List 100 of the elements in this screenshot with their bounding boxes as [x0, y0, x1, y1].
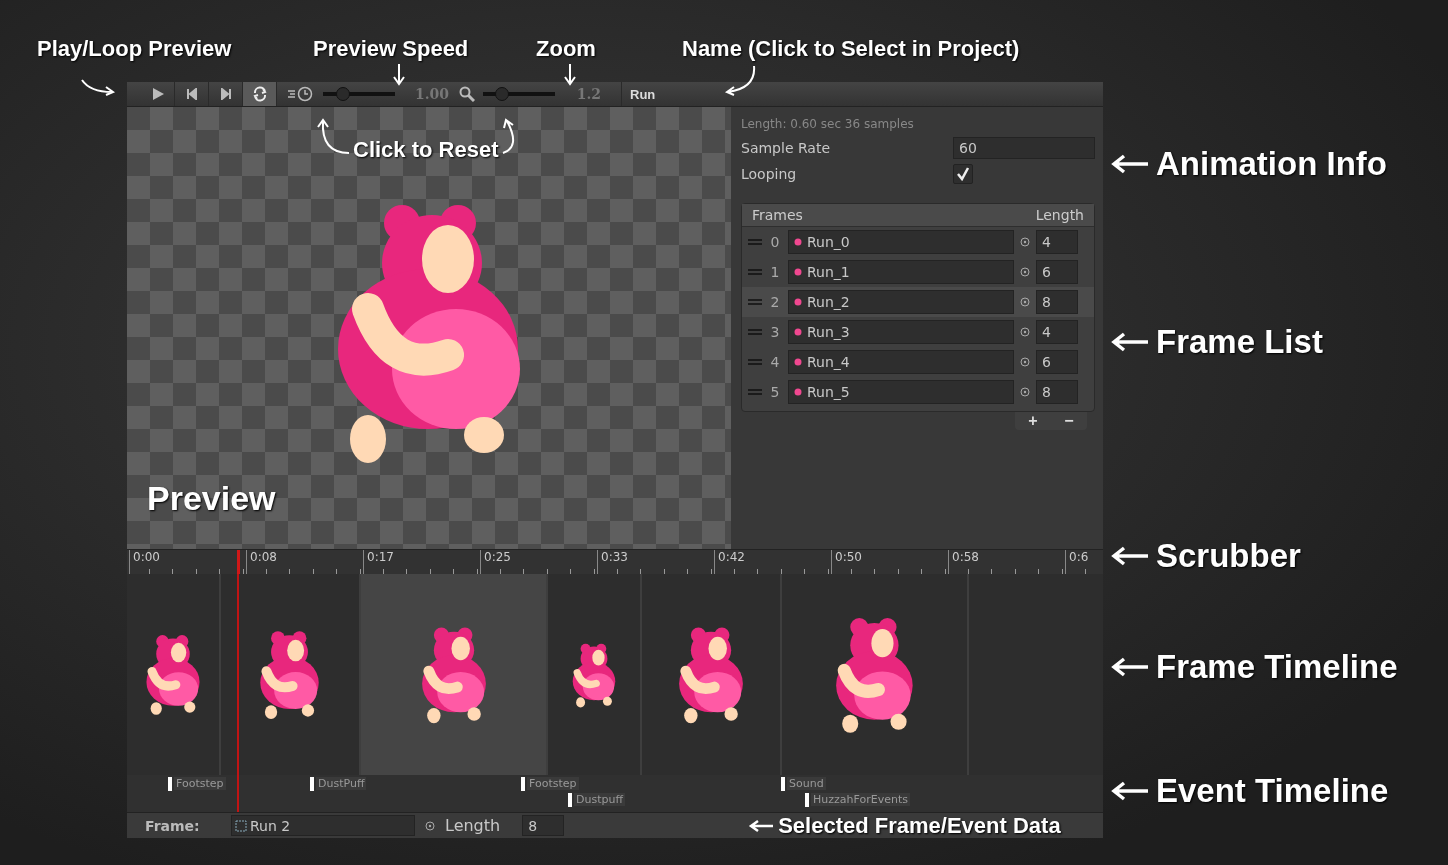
callout-label: Event Timeline — [1156, 772, 1389, 810]
target-icon[interactable] — [1020, 237, 1030, 247]
frame-length-field[interactable]: 4 — [1036, 230, 1078, 254]
frame-index: 1 — [769, 264, 781, 280]
sprite-icon — [794, 238, 802, 246]
time-label: 0:50 — [835, 550, 862, 564]
callout-label: Frame List — [1156, 323, 1323, 361]
time-label: 0:6 — [1069, 550, 1089, 564]
play-icon — [150, 87, 165, 101]
sprite-icon — [235, 819, 247, 832]
field-label: Sample Rate — [741, 140, 832, 156]
arrow-icon — [80, 78, 116, 96]
frame-length-field[interactable]: 6 — [1036, 350, 1078, 374]
drag-handle-icon[interactable] — [748, 388, 762, 396]
time-ruler[interactable]: 0:00 0:08 0:17 0:25 0:33 0:42 0:50 0:58 0:6 — [127, 549, 1103, 574]
callout-label: Zoom — [536, 36, 596, 62]
callout-label: Play/Loop Preview — [37, 36, 232, 62]
playhead[interactable] — [237, 550, 241, 574]
event-marker[interactable] — [805, 793, 809, 807]
frame-index: 4 — [769, 354, 781, 370]
sprite-icon — [794, 268, 802, 276]
arrow-icon — [1110, 779, 1150, 803]
callout-label: Animation Info — [1156, 145, 1387, 183]
event-label: Footstep — [174, 777, 226, 790]
sprite-icon — [794, 358, 802, 366]
callout-label: Click to Reset — [353, 137, 499, 163]
frame-index: 2 — [769, 294, 781, 310]
target-icon[interactable] — [1020, 387, 1030, 397]
drag-handle-icon[interactable] — [748, 328, 762, 336]
speed-value: 1.00 — [413, 86, 449, 102]
event-marker[interactable] — [168, 777, 172, 791]
frame-row[interactable]: 3 Run_3 4 — [742, 317, 1094, 347]
frame-row[interactable]: 2 Run_2 8 — [742, 287, 1094, 317]
field-label: Length — [445, 816, 501, 835]
event-marker[interactable] — [521, 777, 525, 791]
event-label: HuzzahForEvents — [811, 793, 910, 806]
timeline-frame[interactable] — [361, 574, 549, 775]
frame-length-field[interactable]: 8 — [522, 815, 565, 836]
frame-row[interactable]: 0 Run_0 4 — [742, 227, 1094, 257]
sprite-field[interactable]: Run_4 — [788, 350, 1014, 374]
frame-label: Frame: — [145, 817, 201, 834]
target-icon[interactable] — [1020, 357, 1030, 367]
add-frame-button[interactable]: + — [1015, 412, 1051, 430]
frame-length-field[interactable]: 8 — [1036, 290, 1078, 314]
field-label: Looping — [741, 166, 798, 182]
arrow-icon — [1110, 152, 1150, 176]
loop-button[interactable] — [243, 82, 277, 106]
callout-label: Preview — [147, 479, 276, 518]
search-icon[interactable] — [459, 86, 475, 102]
arrow-icon — [1110, 544, 1150, 568]
frame-length-field[interactable]: 4 — [1036, 320, 1078, 344]
sprite-icon — [794, 298, 802, 306]
time-label: 0:58 — [952, 550, 979, 564]
arrow-icon — [1110, 655, 1150, 679]
target-icon[interactable] — [1020, 267, 1030, 277]
sprite-field[interactable]: Run_1 — [788, 260, 1014, 284]
drag-handle-icon[interactable] — [748, 298, 762, 306]
sprite-field[interactable]: Run_0 — [788, 230, 1014, 254]
skip-back-icon — [185, 88, 198, 100]
event-marker[interactable] — [310, 777, 314, 791]
animation-name-button[interactable]: Run — [621, 82, 664, 106]
callout-label: Preview Speed — [313, 36, 469, 62]
frame-row[interactable]: 5 Run_5 8 — [742, 377, 1094, 407]
event-marker[interactable] — [781, 777, 785, 791]
zoom-value: 1.2 — [575, 86, 601, 102]
event-label: DustPuff — [316, 777, 367, 790]
frame-sprite-field[interactable]: Run 2 — [231, 815, 415, 836]
looping-checkbox[interactable] — [953, 164, 973, 184]
sprite-field[interactable]: Run_2 — [788, 290, 1014, 314]
drag-handle-icon[interactable] — [748, 358, 762, 366]
arrow-icon — [748, 818, 775, 833]
skip-forward-icon — [219, 88, 232, 100]
target-icon[interactable] — [1020, 327, 1030, 337]
callout-label: Frame Timeline — [1156, 648, 1398, 686]
frame-row[interactable]: 1 Run_1 6 — [742, 257, 1094, 287]
event-label: Sound — [787, 777, 826, 790]
sample-rate-field[interactable]: 60 — [953, 137, 1095, 159]
frame-length-field[interactable]: 8 — [1036, 380, 1078, 404]
event-label: Dustpuff — [574, 793, 626, 806]
sprite-field[interactable]: Run_3 — [788, 320, 1014, 344]
drag-handle-icon[interactable] — [748, 238, 762, 246]
frame-length-field[interactable]: 6 — [1036, 260, 1078, 284]
target-icon[interactable] — [425, 820, 435, 831]
time-label: 0:17 — [367, 550, 394, 564]
callout-label: Scrubber — [1156, 537, 1301, 575]
event-label: Footstep — [527, 777, 579, 790]
remove-frame-button[interactable]: − — [1051, 412, 1087, 430]
time-label: 0:42 — [718, 550, 745, 564]
time-label: 0:08 — [250, 550, 277, 564]
length-summary: Length: 0.60 sec 36 samples — [741, 117, 915, 131]
sprite-icon — [794, 388, 802, 396]
speed-clock-icon[interactable] — [287, 86, 315, 102]
frame-row[interactable]: 4 Run_4 6 — [742, 347, 1094, 377]
target-icon[interactable] — [1020, 297, 1030, 307]
event-marker[interactable] — [568, 793, 572, 807]
column-header: Frames — [752, 207, 803, 223]
sprite-field[interactable]: Run_5 — [788, 380, 1014, 404]
arrow-icon — [315, 117, 351, 157]
drag-handle-icon[interactable] — [748, 268, 762, 276]
time-label: 0:00 — [133, 550, 160, 564]
